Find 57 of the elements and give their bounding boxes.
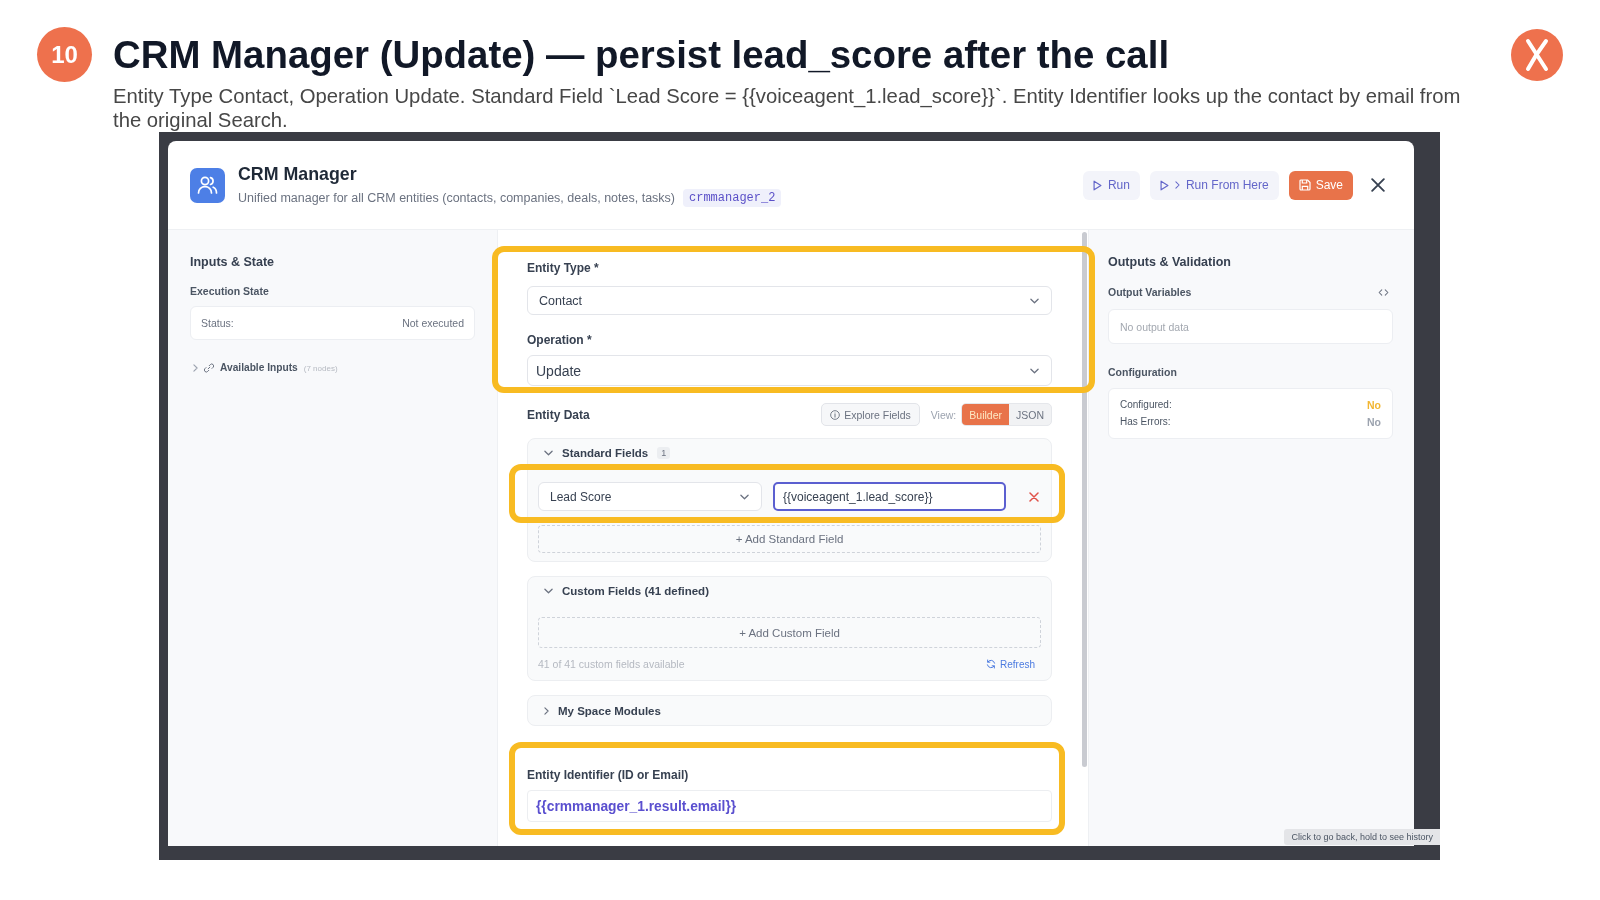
entity-type-select[interactable]: Contact (527, 286, 1052, 315)
empty-output-message: No output data (1108, 309, 1393, 344)
count-badge: 1 (657, 447, 671, 459)
config-label: Has Errors: (1120, 415, 1171, 429)
refresh-icon (986, 659, 996, 669)
entity-identifier-input[interactable]: {{crmmanager_1.result.email}} (527, 790, 1052, 822)
fields-available-note: 41 of 41 custom fields available (538, 658, 685, 670)
panel-title: Inputs & State (190, 254, 276, 270)
section-title[interactable]: Custom Fields (41 defined) (562, 585, 709, 597)
node-id-tag: crmmanager_2 (683, 189, 782, 207)
chevron-down-icon (1030, 297, 1039, 304)
remove-icon[interactable] (1029, 491, 1039, 502)
dialog-title: CRM Manager (238, 163, 357, 185)
chevron-down-icon (740, 493, 749, 500)
section-label: Output Variables (1108, 285, 1192, 299)
refresh-button[interactable]: Refresh (986, 658, 1035, 670)
status-label: Status: (201, 317, 234, 329)
slide-title: CRM Manager (Update) — persist lead_score after the call (113, 31, 1170, 78)
section-label: Configuration (1108, 365, 1178, 379)
section-label: Execution State (190, 284, 270, 298)
dialog-subtitle: Unified manager for all CRM entities (contacts, companies, deals, notes, tasks) (238, 190, 675, 206)
play-icon (1159, 179, 1169, 191)
status-value: Not executed (402, 317, 464, 329)
logo-icon (1511, 28, 1563, 81)
users-icon (190, 167, 225, 203)
close-icon (1371, 178, 1385, 192)
available-inputs-toggle[interactable]: Available Inputs (220, 361, 298, 375)
section-title[interactable]: Standard Fields (562, 447, 649, 459)
chevron-right-icon (1174, 181, 1180, 189)
panel-title: Outputs & Validation (1108, 254, 1232, 270)
code-icon[interactable] (1378, 288, 1389, 296)
config-label: Configured: (1120, 398, 1172, 412)
field-value-input[interactable]: {{voiceagent_1.lead_score}} (773, 482, 1006, 511)
operation-select[interactable]: Update (527, 355, 1052, 386)
scrollbar[interactable] (1082, 232, 1087, 767)
add-field-button[interactable]: + Add Standard Field (538, 525, 1041, 553)
explore-fields-button[interactable]: Explore Fields (821, 403, 920, 426)
field-label: Entity Type * (527, 261, 600, 275)
slide-description: Entity Type Contact, Operation Update. Standard Field `Lead Score = {{voiceagent_1.lead_score}}`. Entity Identifier looks up the contact by email from the original Search. (113, 84, 1462, 132)
info-icon (830, 409, 841, 420)
view-tab[interactable]: JSON (1009, 404, 1051, 425)
floppy-disk-icon (1298, 179, 1311, 191)
view-label: View: (930, 408, 957, 421)
config-value: No (1367, 398, 1381, 412)
field-label: Entity Identifier (ID or Email) (527, 768, 690, 782)
chevron-down-icon (1030, 367, 1039, 374)
tooltip: Click to go back, hold to see history (1284, 829, 1440, 845)
field-label: Operation * (527, 333, 593, 347)
play-icon (1092, 179, 1102, 191)
link-icon (204, 363, 214, 373)
config-value: No (1367, 415, 1381, 429)
field-label: Entity Data (527, 407, 591, 422)
add-field-button[interactable]: + Add Custom Field (538, 617, 1041, 648)
step-badge: 10 (37, 27, 92, 82)
run-button[interactable]: Run (1082, 170, 1140, 200)
field-name-select[interactable]: Lead Score (538, 482, 762, 511)
run-from-here-button[interactable]: Run From Here (1149, 170, 1279, 200)
